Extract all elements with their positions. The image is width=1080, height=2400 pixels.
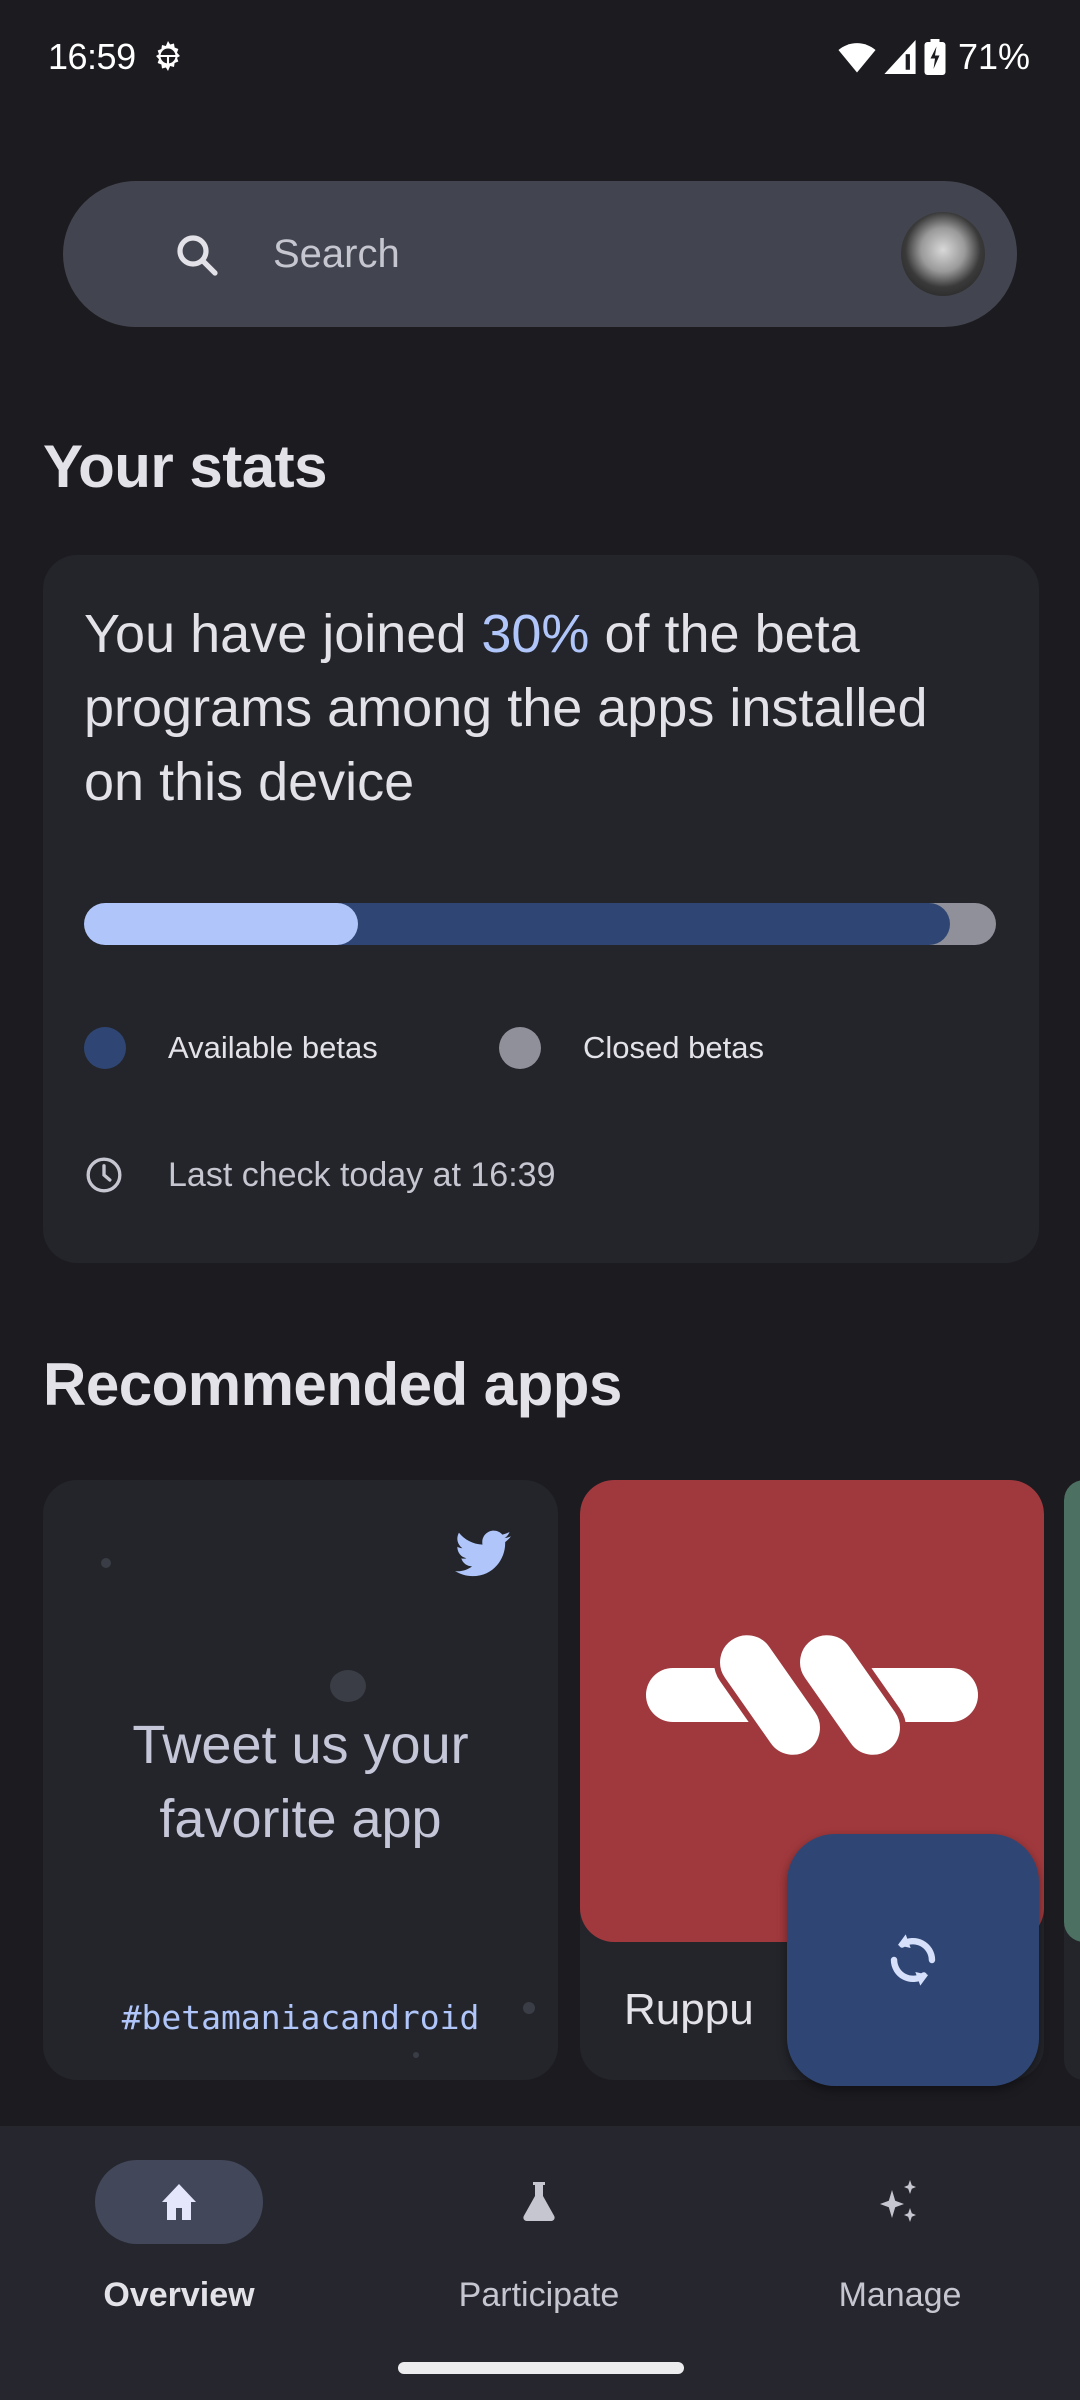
tweet-prompt: Tweet us your favorite app [132,1715,469,1849]
cell-signal-icon [884,40,916,74]
last-check: Last check today at 16:39 [84,1155,555,1195]
decorative-dot [330,1670,366,1702]
beta-progress-bar [84,903,996,945]
status-icons: 71% [838,36,1030,78]
battery-charging-icon [924,39,946,75]
ruppu-logo-icon [646,1630,978,1760]
bottom-navigation: Overview Participate Manage [0,2126,1080,2400]
legend-dot-available [84,1027,126,1069]
nav-item-participate[interactable]: Participate [389,2160,689,2340]
app-icon-peek [1064,1480,1080,1942]
search-icon [177,235,218,276]
nav-item-overview[interactable]: Overview [29,2160,329,2340]
tweet-hashtag[interactable]: #betamaniacandroid [43,1998,558,2037]
flask-icon [523,2182,555,2221]
decorative-dot [101,1558,111,1568]
legend-available: Available betas [84,1027,378,1069]
home-gesture-bar[interactable] [398,2362,684,2374]
user-avatar[interactable] [901,212,985,296]
legend-closed: Closed betas [499,1027,764,1069]
nav-label-participate: Participate [458,2276,620,2314]
search-input[interactable] [273,221,913,287]
progress-joined-segment [84,903,358,945]
tweet-card[interactable]: Tweet us your favorite app #betamaniacan… [43,1480,558,2080]
home-icon [162,2184,196,2220]
wifi-icon [838,43,876,73]
clock-icon [86,1157,122,1193]
sparkle-icon [880,2180,916,2222]
twitter-icon[interactable] [455,1530,511,1578]
legend-label-available: Available betas [168,1030,378,1065]
stats-card: You have joined 30% of the beta programs… [43,555,1039,1263]
status-time: 16:59 [48,36,136,77]
sync-icon [890,1934,936,1986]
section-title-recommended: Recommended apps [43,1351,622,1418]
stats-headline: You have joined 30% of the beta programs… [84,597,984,819]
nav-label-manage: Manage [838,2276,962,2314]
headline-prefix: You have joined [84,604,482,664]
app-card-peek[interactable] [1064,1480,1080,2080]
last-check-label: Last check today at 16:39 [168,1155,556,1194]
joined-percent: 30% [481,604,590,664]
battery-percent: 71% [957,36,1030,77]
legend-dot-closed [499,1027,541,1069]
settings-gear-icon [156,41,180,71]
decorative-dot [413,2052,419,2058]
nav-label-overview: Overview [103,2276,255,2314]
nav-item-manage[interactable]: Manage [750,2160,1050,2340]
app-name: Ruppu [624,1985,754,2034]
legend-label-closed: Closed betas [583,1030,764,1065]
search-bar[interactable] [63,181,1017,327]
status-bar: 16:59 71% [0,0,1080,120]
sync-button[interactable] [787,1834,1039,2086]
section-title-stats: Your stats [43,433,327,500]
